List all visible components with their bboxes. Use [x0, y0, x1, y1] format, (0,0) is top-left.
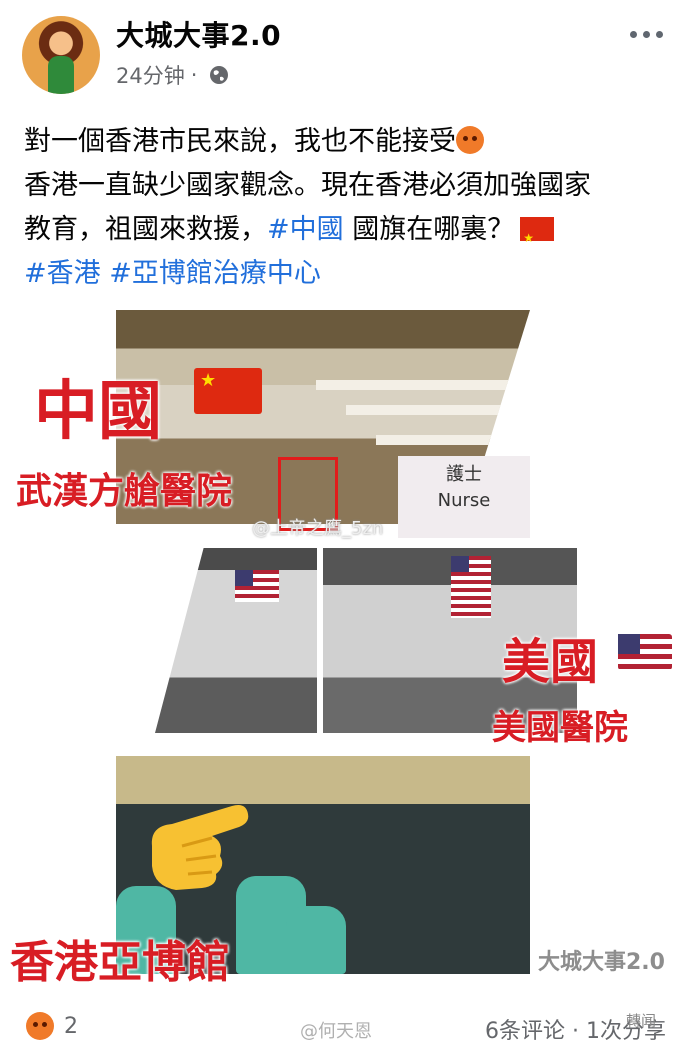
post-meta: 24分钟 · — [116, 60, 229, 90]
china-flag-icon — [194, 368, 262, 414]
post-line-2: 香港一直缺少國家觀念。現在香港必須加強國家 — [24, 170, 591, 201]
hashtag-asiaworld-expo[interactable]: #亞博館治療中心 — [109, 258, 321, 289]
stats-separator: · — [572, 1019, 579, 1044]
bottom-watermark: @何天恩 — [300, 1021, 372, 1042]
label-us-hospital: 美國醫院 — [492, 708, 628, 748]
page-avatar[interactable] — [22, 16, 100, 94]
dot-icon — [655, 30, 663, 38]
label-hk-asiaworld: 香港亞博館 — [10, 937, 230, 988]
angry-emoji-icon — [456, 126, 484, 154]
reaction-summary[interactable]: 2 — [26, 1012, 78, 1040]
weibo-watermark: @上帝之鷹_5zn — [252, 518, 384, 539]
post-header: 大城大事2.0 24分钟 · — [0, 0, 690, 100]
post-time[interactable]: 24分钟 — [116, 60, 185, 90]
page-name[interactable]: 大城大事2.0 — [116, 14, 281, 54]
hashtag-china[interactable]: #中國 — [267, 214, 344, 245]
nurse-sign: 護士 Nurse — [398, 456, 530, 538]
dot-icon — [629, 30, 637, 38]
hashtag-hongkong[interactable]: #香港 — [24, 258, 101, 289]
pointing-hand-icon — [151, 805, 249, 890]
label-wuhan-hospital: 武漢方艙醫院 — [16, 471, 233, 512]
us-hospital-photo-left — [155, 548, 317, 733]
china-flag-icon — [520, 216, 555, 260]
more-options-button[interactable] — [626, 24, 666, 44]
meta-separator: · — [190, 63, 198, 87]
label-usa: 美國 — [502, 634, 599, 690]
us-flag-icon — [618, 634, 672, 670]
corner-watermark: 轉闻 — [626, 1012, 657, 1030]
angry-reaction-icon — [26, 1012, 54, 1040]
post-text: 對一個香港市民來說，我也不能接受 香港一直缺少國家觀念。現在香港必須加強國家 教… — [24, 120, 674, 296]
post-line-3: 教育，祖國來救援，#中國 國旗在哪裏？ — [24, 208, 674, 260]
comments-count[interactable]: 6条评论 — [485, 1019, 565, 1044]
globe-icon — [210, 66, 229, 84]
label-china: 中國 — [34, 375, 162, 449]
post-line-1: 對一個香港市民來說，我也不能接受 — [24, 120, 674, 164]
page-watermark: 大城大事2.0 — [538, 950, 665, 975]
dot-icon — [642, 30, 650, 38]
post-line-4: #香港 #亞博館治療中心 — [24, 252, 674, 296]
reaction-count: 2 — [64, 1013, 78, 1039]
